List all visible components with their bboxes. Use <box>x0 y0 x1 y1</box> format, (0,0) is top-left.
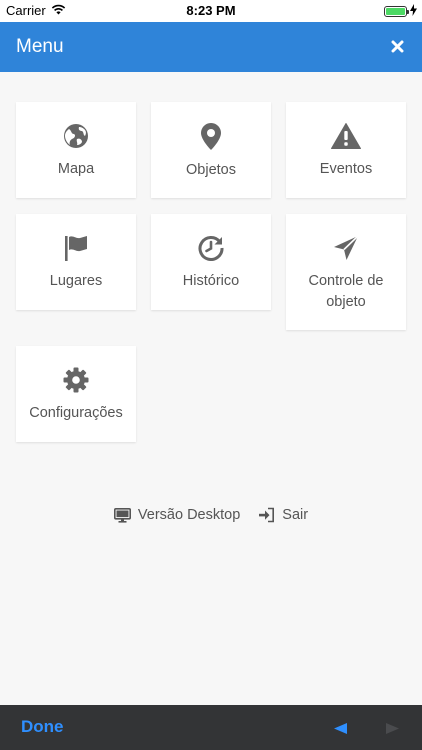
tile-historico[interactable]: Histórico <box>151 214 271 310</box>
logout-link[interactable]: Sair <box>258 507 308 523</box>
logout-label: Sair <box>282 507 309 523</box>
warning-icon <box>331 123 361 149</box>
charging-bolt-icon <box>410 4 417 19</box>
triangle-right-icon <box>386 723 399 734</box>
tile-label: Objetos <box>186 162 236 178</box>
map-marker-icon <box>201 123 221 150</box>
status-right <box>384 4 417 19</box>
tile-objetos[interactable]: Objetos <box>151 102 271 198</box>
history-icon <box>198 236 224 261</box>
tile-label: Mapa <box>57 161 95 177</box>
page-title: Menu <box>16 36 64 57</box>
desktop-version-link[interactable]: Versão Desktop <box>113 507 241 523</box>
tile-label: Eventos <box>319 161 373 177</box>
previous-button[interactable] <box>334 721 347 739</box>
monitor-icon <box>113 507 131 523</box>
desktop-version-label: Versão Desktop <box>137 507 241 523</box>
tile-lugares[interactable]: Lugares <box>16 214 136 310</box>
close-icon <box>391 40 403 52</box>
done-button[interactable]: Done <box>21 717 64 737</box>
menu-header: Menu <box>0 22 422 72</box>
gear-icon <box>63 367 89 393</box>
tile-eventos[interactable]: Eventos <box>286 102 406 198</box>
footer-links: Versão Desktop Sair <box>0 504 422 526</box>
next-button[interactable] <box>386 721 399 739</box>
sign-in-icon <box>259 507 275 523</box>
bottom-toolbar: Done <box>0 705 422 750</box>
tile-configuracoes[interactable]: Configurações <box>16 346 136 442</box>
triangle-left-icon <box>334 723 347 734</box>
tile-label: Histórico <box>182 273 240 289</box>
tile-mapa[interactable]: Mapa <box>16 102 136 198</box>
tile-label: Lugares <box>49 273 103 289</box>
battery-icon <box>384 6 409 17</box>
close-button[interactable] <box>386 35 408 57</box>
tile-controle-de-objeto[interactable]: Controle de objeto <box>286 214 406 330</box>
battery-level <box>386 8 405 15</box>
flag-icon <box>65 236 87 261</box>
tile-label: Controle de objeto <box>308 273 384 310</box>
tile-label: Configurações <box>29 405 123 421</box>
status-bar: Carrier 8:23 PM <box>0 0 422 22</box>
status-time: 8:23 PM <box>186 3 236 18</box>
globe-icon <box>64 124 88 148</box>
send-icon <box>334 235 359 260</box>
